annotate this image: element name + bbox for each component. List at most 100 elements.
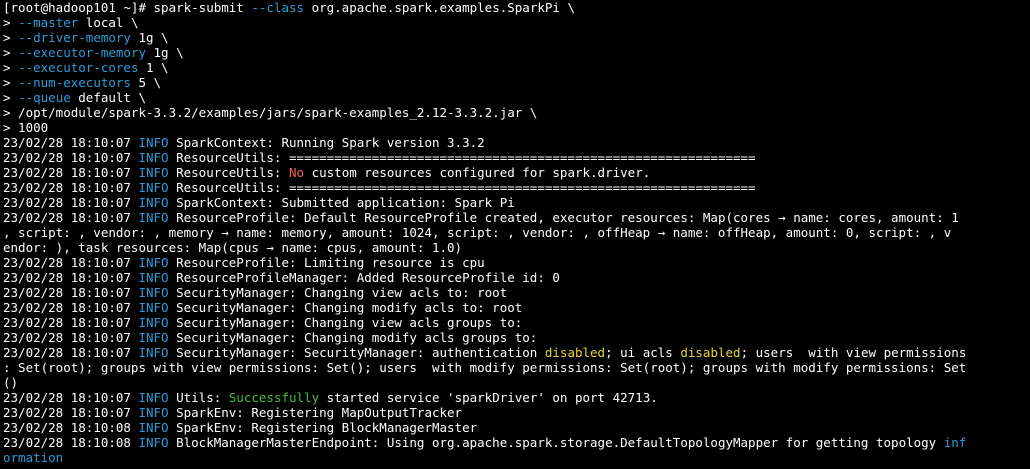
- terminal-text: 23/02/28 18:10:08: [3, 420, 139, 435]
- terminal-line: > --queue default \: [3, 90, 1030, 105]
- highlighted-text: INFO: [138, 315, 169, 330]
- highlighted-text: --executor-cores: [18, 60, 139, 75]
- highlighted-text: No: [289, 165, 305, 180]
- highlighted-text: Successfully: [228, 390, 320, 405]
- highlighted-text: --queue: [18, 90, 71, 105]
- terminal-text: >: [3, 60, 19, 75]
- terminal-line: 23/02/28 18:10:07 INFO ResourceProfile: …: [3, 255, 1030, 270]
- terminal-text: 23/02/28 18:10:07: [3, 315, 139, 330]
- terminal-text: SecurityManager: Changing modify acls to…: [168, 300, 523, 315]
- terminal-line: 23/02/28 18:10:07 INFO ResourceUtils: ==…: [3, 180, 1030, 195]
- terminal-text: 1 \: [138, 60, 169, 75]
- highlighted-text: --num-executors: [18, 75, 131, 90]
- terminal-text: SecurityManager: Changing view acls to: …: [168, 285, 508, 300]
- terminal-text: 23/02/28 18:10:07: [3, 165, 139, 180]
- terminal-text: SparkContext: Running Spark version 3.3.…: [168, 135, 485, 150]
- terminal-text: ResourceUtils: =========================…: [168, 180, 756, 195]
- terminal-text: started service 'sparkDriver' on port 42…: [319, 390, 658, 405]
- highlighted-text: disabled: [544, 345, 606, 360]
- terminal-text: SecurityManager: Changing view acls grou…: [168, 315, 523, 330]
- terminal-line: 23/02/28 18:10:07 INFO SparkContext: Sub…: [3, 195, 1030, 210]
- terminal-text: 23/02/28 18:10:07: [3, 285, 139, 300]
- terminal-text: Utils:: [168, 390, 229, 405]
- terminal-text: 23/02/28 18:10:07: [3, 180, 139, 195]
- terminal-text: BlockManagerMasterEndpoint: Using org.ap…: [168, 435, 944, 450]
- terminal-line: 23/02/28 18:10:07 INFO SecurityManager: …: [3, 300, 1030, 315]
- terminal-line: 23/02/28 18:10:07 INFO Utils: Successful…: [3, 390, 1030, 405]
- terminal-text: 23/02/28 18:10:08: [3, 435, 139, 450]
- terminal-text: 1g \: [130, 30, 169, 45]
- highlighted-text: disabled: [680, 345, 741, 360]
- highlighted-text: INFO: [138, 165, 169, 180]
- terminal-text: 23/02/28 18:10:07: [3, 345, 139, 360]
- highlighted-text: INFO: [138, 180, 169, 195]
- terminal-window[interactable]: [root@hadoop101 ~]# spark-submit --class…: [0, 0, 1030, 469]
- terminal-line: 23/02/28 18:10:08 INFO BlockManagerMaste…: [3, 435, 1030, 450]
- terminal-text: SecurityManager: SecurityManager: authen…: [168, 345, 545, 360]
- terminal-line: 23/02/28 18:10:07 INFO SparkContext: Run…: [3, 135, 1030, 150]
- terminal-text: 23/02/28 18:10:07: [3, 300, 139, 315]
- terminal-line: > /opt/module/spark-3.3.2/examples/jars/…: [3, 105, 1030, 120]
- terminal-text: >: [3, 45, 19, 60]
- highlighted-text: inf: [943, 435, 967, 450]
- terminal-text: ; users with view permissions: [740, 345, 967, 360]
- terminal-text: default \: [70, 90, 147, 105]
- terminal-text: SparkEnv: Registering BlockManagerMaster: [168, 420, 478, 435]
- terminal-line: > --num-executors 5 \: [3, 75, 1030, 90]
- terminal-text: 23/02/28 18:10:07: [3, 270, 139, 285]
- terminal-text: 23/02/28 18:10:07: [3, 330, 139, 345]
- terminal-text: 23/02/28 18:10:07: [3, 405, 139, 420]
- terminal-text: > 1000: [3, 120, 49, 135]
- terminal-line: 23/02/28 18:10:07 INFO ResourceProfileMa…: [3, 270, 1030, 285]
- terminal-line: 23/02/28 18:10:08 INFO SparkEnv: Registe…: [3, 420, 1030, 435]
- terminal-text: 23/02/28 18:10:07: [3, 210, 139, 225]
- highlighted-text: INFO: [138, 210, 169, 225]
- terminal-text: >: [3, 30, 19, 45]
- highlighted-text: --executor-memory: [18, 45, 146, 60]
- terminal-text: ResourceUtils:: [168, 165, 289, 180]
- terminal-line: 23/02/28 18:10:07 INFO ResourceUtils: ==…: [3, 150, 1030, 165]
- terminal-text: ; ui acls: [605, 345, 681, 360]
- terminal-text: : Set(root); groups with view permission…: [3, 360, 967, 375]
- terminal-line: 23/02/28 18:10:07 INFO SecurityManager: …: [3, 315, 1030, 330]
- terminal-text: 23/02/28 18:10:07: [3, 150, 139, 165]
- highlighted-text: INFO: [138, 330, 169, 345]
- terminal-line: [root@hadoop101 ~]# spark-submit --class…: [3, 0, 1030, 15]
- highlighted-text: ormation: [3, 450, 64, 465]
- terminal-line: , script: , vendor: , memory → name: mem…: [3, 225, 1030, 240]
- highlighted-text: INFO: [138, 435, 169, 450]
- terminal-line: ormation: [3, 450, 1030, 465]
- terminal-line: endor: ), task resources: Map(cpus → nam…: [3, 240, 1030, 255]
- highlighted-text: INFO: [138, 345, 169, 360]
- terminal-text: org.apache.spark.examples.SparkPi \: [304, 0, 575, 15]
- terminal-text: 23/02/28 18:10:07: [3, 390, 139, 405]
- highlighted-text: --master: [18, 15, 79, 30]
- terminal-line: > 1000: [3, 120, 1030, 135]
- terminal-line: 23/02/28 18:10:07 INFO SecurityManager: …: [3, 285, 1030, 300]
- terminal-line: 23/02/28 18:10:07 INFO SecurityManager: …: [3, 330, 1030, 345]
- highlighted-text: --driver-memory: [18, 30, 131, 45]
- terminal-line: 23/02/28 18:10:07 INFO SecurityManager: …: [3, 345, 1030, 360]
- terminal-text: 23/02/28 18:10:07: [3, 135, 139, 150]
- highlighted-text: INFO: [138, 285, 169, 300]
- terminal-text: ResourceProfileManager: Added ResourcePr…: [168, 270, 560, 285]
- terminal-line: 23/02/28 18:10:07 INFO ResourceProfile: …: [3, 210, 1030, 225]
- terminal-line: > --master local \: [3, 15, 1030, 30]
- terminal-text: (): [3, 375, 19, 390]
- highlighted-text: INFO: [138, 255, 169, 270]
- terminal-text: ResourceUtils: =========================…: [168, 150, 756, 165]
- terminal-text: >: [3, 75, 19, 90]
- terminal-text: >: [3, 15, 19, 30]
- terminal-text: 23/02/28 18:10:07: [3, 255, 139, 270]
- terminal-text: >: [3, 90, 19, 105]
- terminal-text: local \: [78, 15, 139, 30]
- terminal-line: 23/02/28 18:10:07 INFO SparkEnv: Registe…: [3, 405, 1030, 420]
- terminal-text: SparkEnv: Registering MapOutputTracker: [168, 405, 463, 420]
- terminal-text: ResourceProfile: Default ResourceProfile…: [168, 210, 959, 225]
- terminal-line: > --executor-cores 1 \: [3, 60, 1030, 75]
- terminal-text: [root@hadoop101 ~]# spark-submit: [3, 0, 252, 15]
- highlighted-text: INFO: [138, 150, 169, 165]
- terminal-line: (): [3, 375, 1030, 390]
- highlighted-text: INFO: [138, 270, 169, 285]
- terminal-line: : Set(root); groups with view permission…: [3, 360, 1030, 375]
